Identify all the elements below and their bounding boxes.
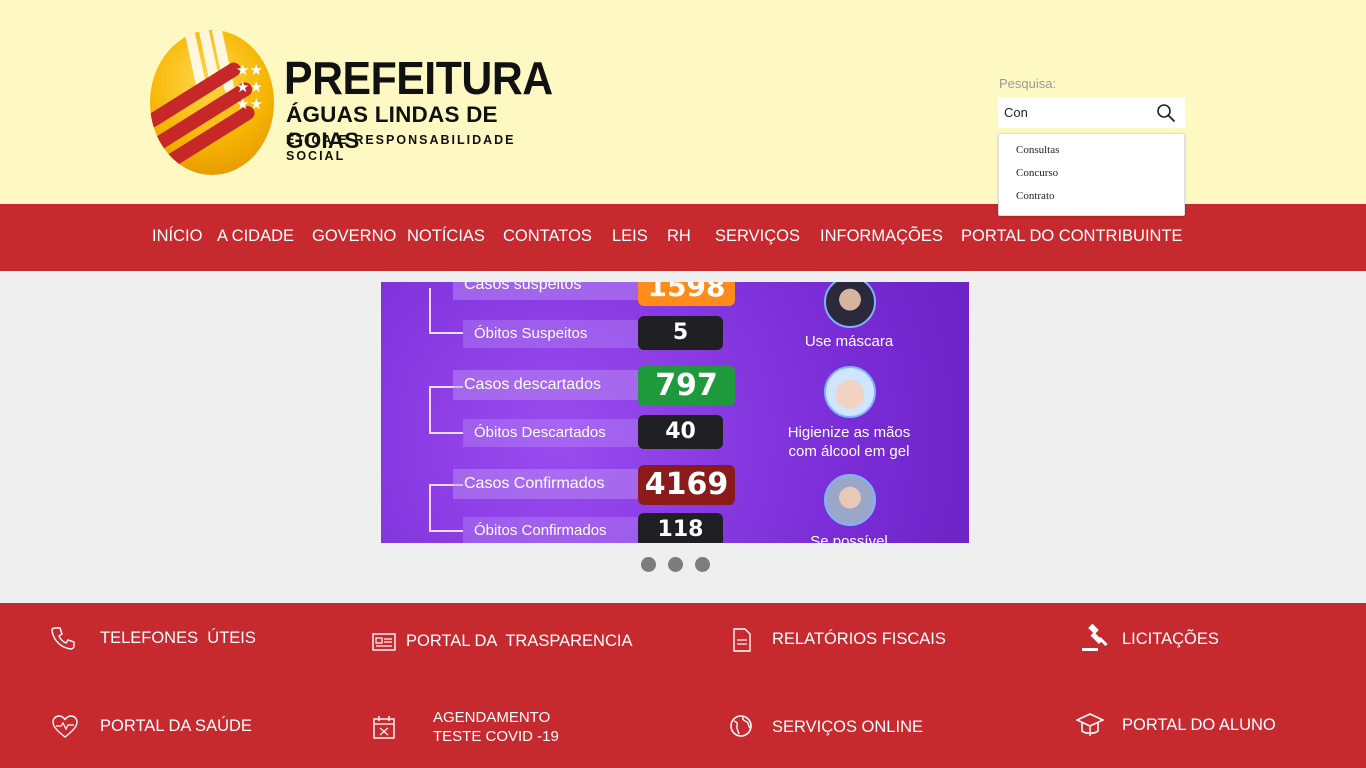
carousel-dot[interactable]	[695, 557, 710, 572]
newspaper-icon	[372, 633, 396, 651]
nav-item-contatos[interactable]: CONTATOS	[503, 225, 592, 247]
prefeitura-logo[interactable]: ★★ ★★ ★★ PREFEITURA ÁGUAS LINDAS DE GOIA…	[150, 28, 553, 178]
nav-item-rh[interactable]: RH	[667, 225, 691, 247]
stat-label: Casos descartados	[453, 370, 643, 400]
stat-label: Óbitos Confirmados	[463, 517, 643, 543]
gavel-icon	[1082, 624, 1108, 651]
calendar-x-icon	[373, 716, 395, 739]
phone-icon	[51, 627, 75, 650]
quick-link-label: LICITAÇÕES	[1122, 630, 1219, 648]
stay-home-icon	[824, 474, 876, 526]
tip-text: Se possível	[810, 533, 888, 543]
heart-pulse-icon	[52, 715, 78, 738]
quick-link-label: SERVIÇOS ONLINE	[772, 718, 923, 736]
logo-title: PREFEITURA	[284, 52, 553, 104]
stat-label: Óbitos Suspeitos	[463, 320, 643, 348]
stat-value: 40	[638, 415, 723, 449]
suggestion-item[interactable]: Contrato	[999, 189, 1184, 212]
nav-item-leis[interactable]: LEIS	[612, 225, 648, 247]
tip-text: Use máscara	[804, 333, 894, 350]
stat-value: 5	[638, 316, 723, 350]
globe-icon	[730, 715, 752, 737]
quick-link-label: RELATÓRIOS FISCAIS	[772, 630, 946, 648]
stat-value: 797	[638, 366, 735, 406]
nav-item-noticias[interactable]: NOTÍCIAS	[407, 225, 485, 247]
stat-label: Óbitos Descartados	[463, 419, 643, 447]
tip-text: Higienize as mãos com álcool em gel	[787, 424, 911, 460]
carousel-dot[interactable]	[668, 557, 683, 572]
nav-item-informacoes[interactable]: INFORMAÇÕES	[820, 225, 943, 247]
suggestion-item[interactable]: Consultas	[999, 143, 1184, 166]
logo-tagline: ÉTICA E RESPONSABILIDADE SOCIAL	[286, 133, 516, 163]
nav-item-inicio[interactable]: INÍCIO	[152, 225, 202, 247]
search-input[interactable]	[998, 97, 1148, 128]
quick-link-label: PORTAL DA TRASPARENCIA	[406, 632, 633, 650]
search-suggestions: Consultas Concurso Contrato	[998, 133, 1185, 216]
nav-item-governo[interactable]: GOVERNO	[312, 225, 396, 247]
nav-item-servicos[interactable]: SERVIÇOS	[715, 225, 800, 247]
logo-stars: ★★ ★★ ★★	[236, 61, 263, 113]
stat-label: Casos Confirmados	[453, 469, 643, 499]
nav-item-a-cidade[interactable]: A CIDADE	[217, 225, 294, 247]
search-icon[interactable]	[1156, 103, 1176, 123]
hand-sanitizer-icon	[824, 366, 876, 418]
search-box	[998, 97, 1185, 128]
carousel-dot[interactable]	[641, 557, 656, 572]
quick-link-label: AGENDAMENTO TESTE COVID -19	[433, 709, 559, 745]
stat-label: Casos suspeitos	[453, 282, 643, 300]
suggestion-item[interactable]: Concurso	[999, 166, 1184, 189]
site-header: ★★ ★★ ★★ PREFEITURA ÁGUAS LINDAS DE GOIA…	[0, 0, 1366, 216]
stat-value: 4169	[638, 465, 735, 505]
quick-link-label: PORTAL DO ALUNO	[1122, 716, 1276, 734]
search-label: Pesquisa:	[999, 76, 1057, 91]
nav-item-portal-contribuinte[interactable]: PORTAL DO CONTRIBUINTE	[961, 225, 1183, 247]
stat-value: 118	[638, 513, 723, 543]
covid-banner-slide[interactable]: Casos suspeitos 1598 Óbitos Suspeitos 5 …	[381, 282, 969, 543]
graduation-cap-icon	[1076, 713, 1104, 736]
stat-value: 1598	[638, 282, 735, 306]
document-icon	[733, 628, 751, 652]
quick-link-label: PORTAL DA SAÚDE	[100, 717, 252, 735]
quick-link-label: TELEFONES ÚTEIS	[100, 629, 256, 647]
logo-emblem: ★★ ★★ ★★	[150, 30, 274, 175]
quick-links: TELEFONES ÚTEIS PORTAL DA TRASPARENCIA R…	[0, 603, 1366, 768]
